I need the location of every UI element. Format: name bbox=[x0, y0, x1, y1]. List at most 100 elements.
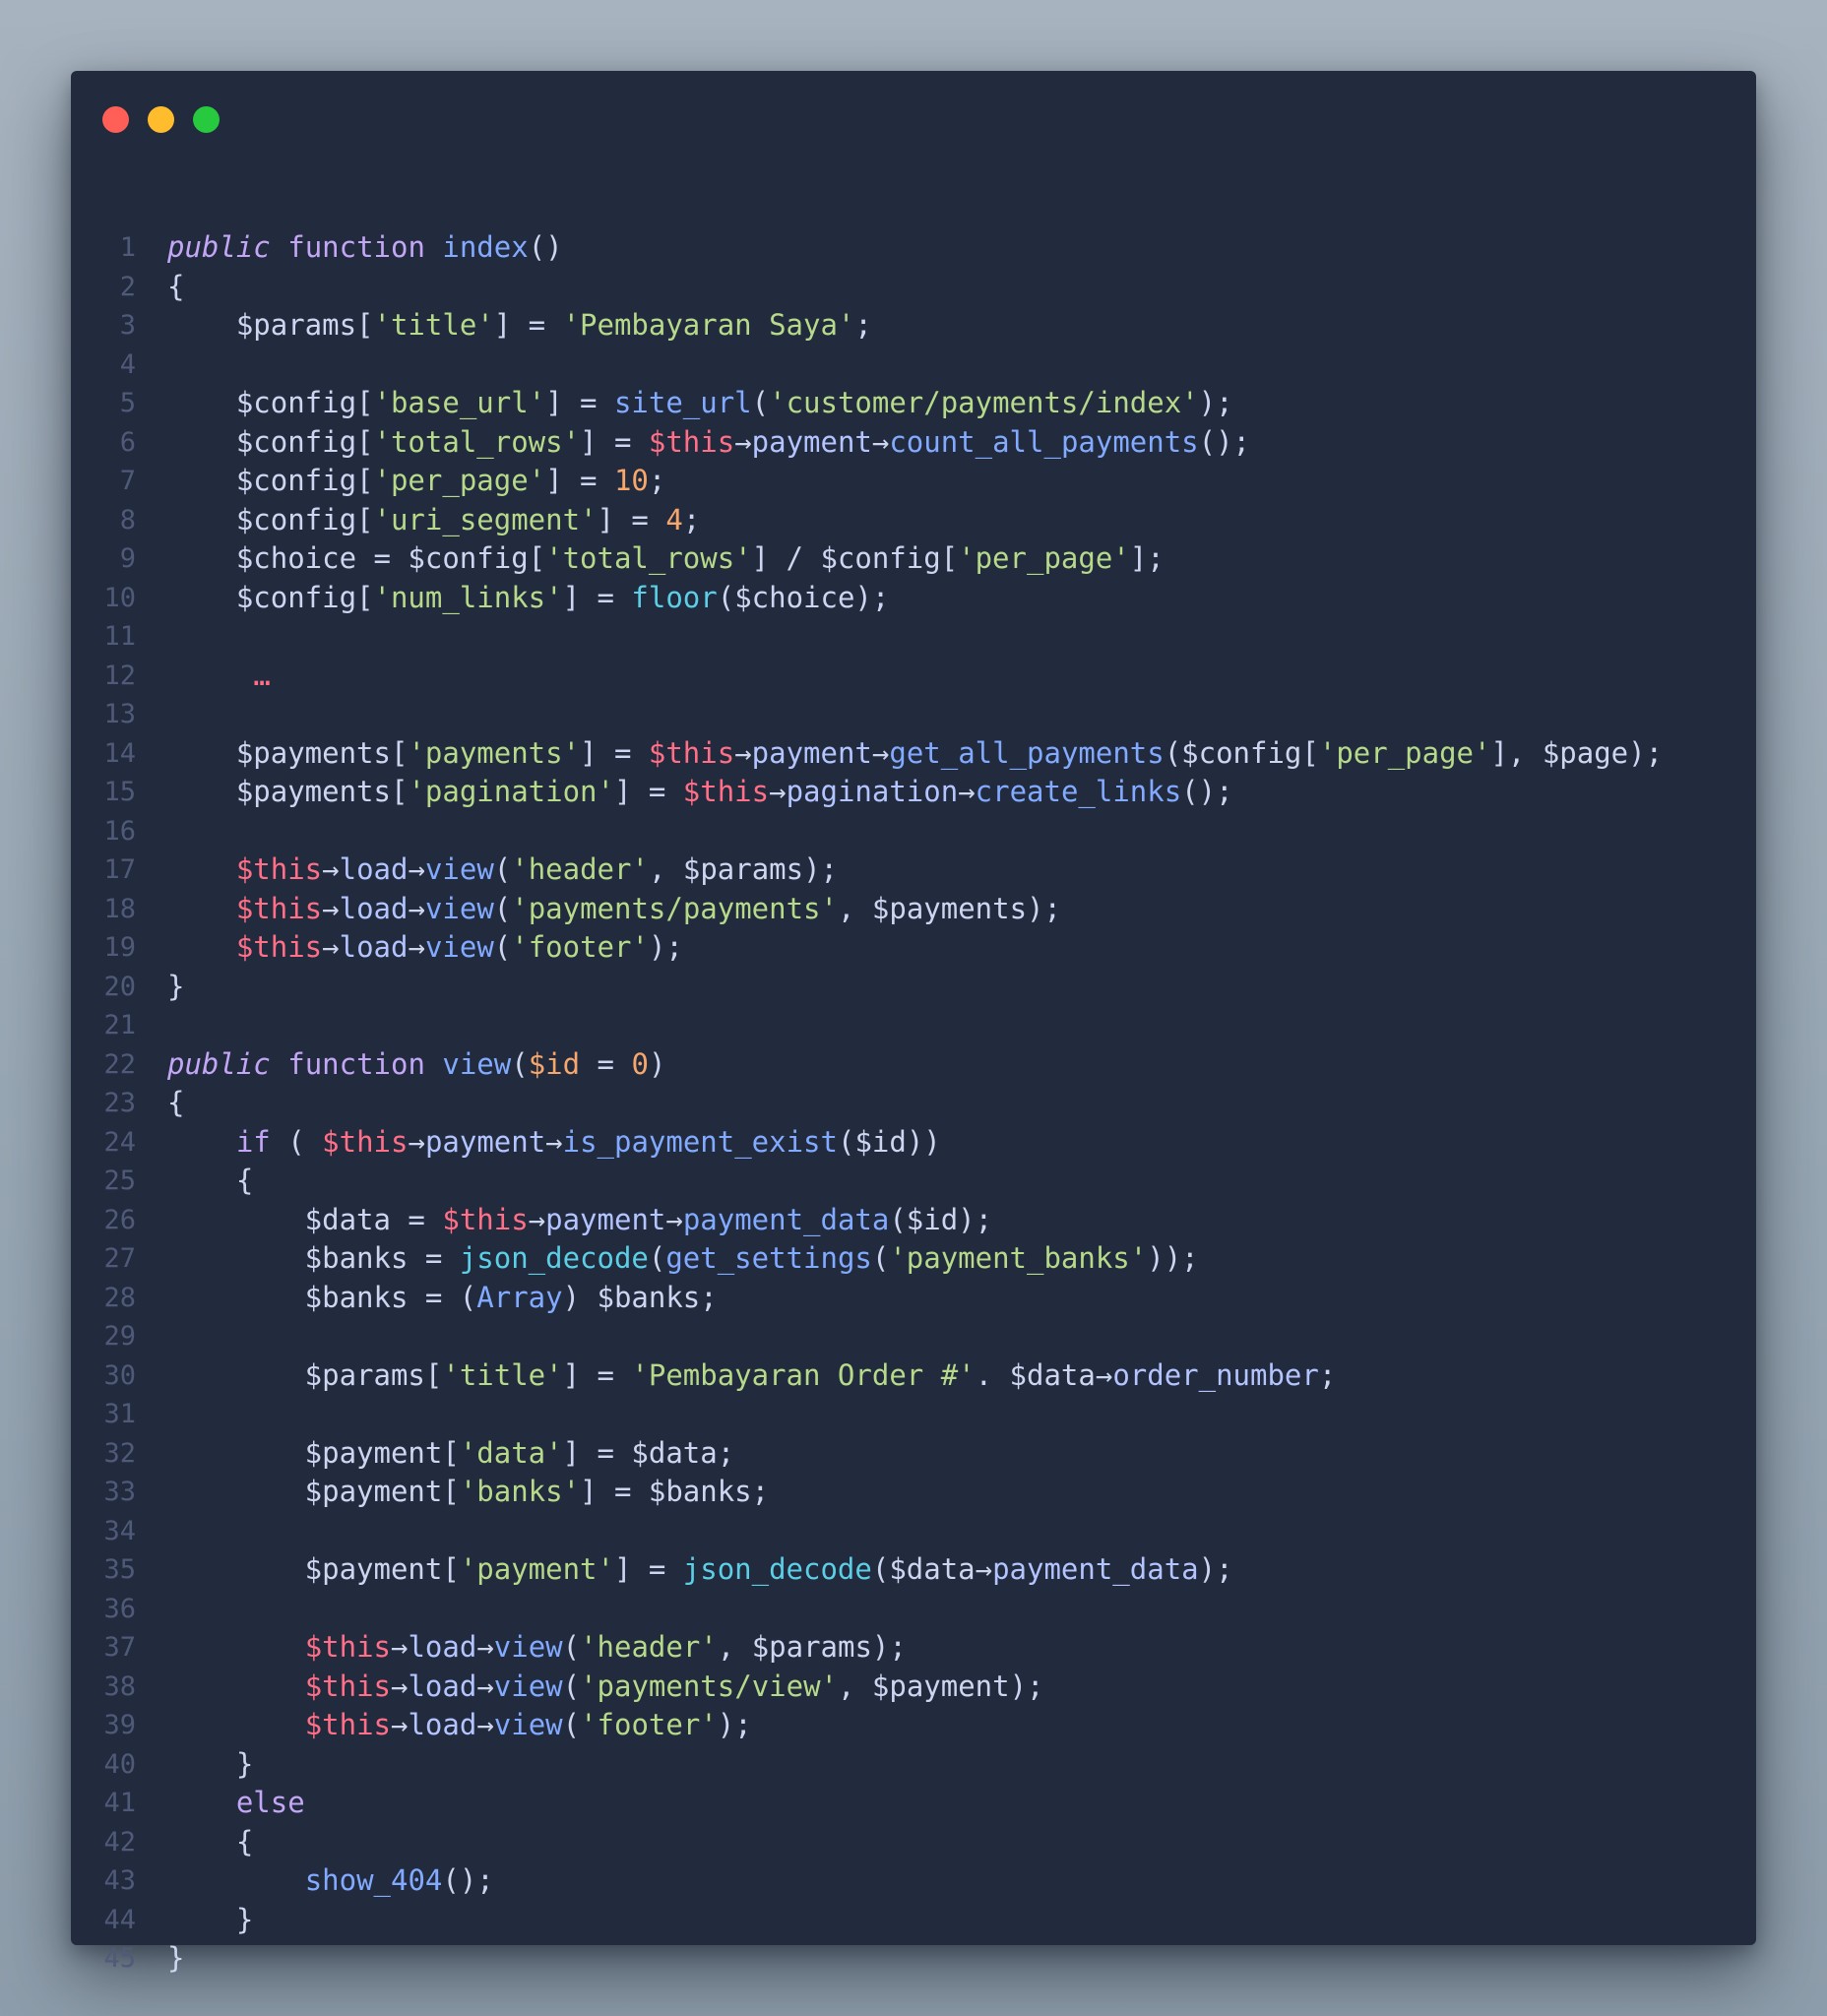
code-token: $payments[ bbox=[167, 775, 409, 808]
code-token: $this bbox=[682, 775, 770, 808]
code-token: json_decode bbox=[459, 1241, 649, 1275]
code-token: → bbox=[958, 775, 976, 808]
code-line: 32 $payment['data'] = $data; bbox=[71, 1434, 1756, 1474]
code-token: create_links bbox=[975, 775, 1182, 808]
code-text: { bbox=[167, 1084, 184, 1123]
code-line: 23 { bbox=[71, 1084, 1756, 1123]
code-token: ], $page); bbox=[1490, 735, 1664, 770]
code-token: public bbox=[167, 230, 271, 264]
code-token: $banks = bbox=[167, 1241, 460, 1275]
close-button[interactable] bbox=[102, 106, 129, 133]
line-number: 16 bbox=[103, 815, 136, 847]
code-token: load bbox=[408, 1708, 477, 1741]
code-token: (); bbox=[1181, 775, 1233, 808]
code-line: 30 $params['title'] = 'Pembayaran Order … bbox=[71, 1356, 1756, 1396]
code-line: 26 $data = $this→payment→payment_data($i… bbox=[71, 1201, 1756, 1240]
line-number: 40 bbox=[103, 1748, 136, 1780]
code-text: $config['num_links'] = floor($choice); bbox=[167, 579, 890, 618]
code-token: ] = $banks; bbox=[580, 1475, 770, 1508]
code-token: → bbox=[665, 1202, 683, 1236]
code-text: $config['total_rows'] = $this→payment→co… bbox=[167, 423, 1250, 463]
code-token: 'data' bbox=[459, 1435, 563, 1470]
code-token: $this bbox=[304, 1669, 391, 1703]
code-token: ] = bbox=[562, 1357, 632, 1392]
line-number: 3 bbox=[119, 310, 136, 341]
code-text: $config['uri_segment'] = 4; bbox=[167, 501, 700, 540]
line-number: 15 bbox=[103, 777, 136, 807]
code-text: { bbox=[167, 1823, 253, 1862]
code-text: … bbox=[167, 657, 270, 696]
line-number: 4 bbox=[119, 348, 136, 380]
code-line: 18 $this→load→view('payments/payments', … bbox=[71, 890, 1756, 929]
code-line: 38 $this→load→view('payments/view', $pay… bbox=[71, 1668, 1756, 1707]
code-token: $this bbox=[648, 735, 735, 770]
code-text: $banks = json_decode(get_settings('payme… bbox=[167, 1239, 1199, 1279]
maximize-button[interactable] bbox=[193, 106, 220, 133]
code-token: → bbox=[322, 852, 340, 886]
code-text: $params['title'] = 'Pembayaran Saya'; bbox=[167, 306, 872, 346]
code-text: } bbox=[167, 1745, 253, 1785]
code-token: } bbox=[167, 1941, 185, 1975]
code-token: ] = bbox=[562, 580, 632, 614]
code-token: ; bbox=[648, 464, 666, 497]
code-token: , $params); bbox=[648, 852, 838, 886]
code-token: view bbox=[442, 1046, 512, 1081]
code-text: $params['title'] = 'Pembayaran Order #'.… bbox=[167, 1356, 1337, 1396]
code-token: $this bbox=[648, 424, 735, 459]
code-token: 'pagination' bbox=[408, 775, 614, 808]
code-text: $this→load→view('header', $params); bbox=[167, 1628, 907, 1668]
code-token: ; bbox=[1318, 1357, 1337, 1392]
code-token: $id bbox=[528, 1046, 581, 1081]
code-line: 45} bbox=[71, 1939, 1756, 1979]
line-number: 7 bbox=[119, 466, 136, 496]
code-line: 22 public function view($id = 0) bbox=[71, 1045, 1756, 1085]
code-token: $params[ bbox=[167, 308, 374, 342]
code-token: 'Pembayaran Saya' bbox=[562, 308, 855, 342]
line-number: 6 bbox=[119, 426, 136, 458]
code-line: 10 $config['num_links'] = floor($choice)… bbox=[71, 579, 1756, 618]
code-token: ] = bbox=[580, 735, 649, 770]
code-token: ($id); bbox=[889, 1202, 993, 1236]
code-line: 35 $payment['payment'] = json_decode($da… bbox=[71, 1550, 1756, 1590]
line-number: 34 bbox=[103, 1515, 136, 1546]
code-token: order_number bbox=[1112, 1357, 1319, 1392]
code-line: 29 bbox=[71, 1317, 1756, 1356]
code-token: )); bbox=[1147, 1241, 1199, 1275]
code-token: payment_data bbox=[992, 1552, 1199, 1586]
code-token: Array bbox=[476, 1280, 563, 1314]
code-token: → bbox=[391, 1708, 409, 1741]
line-number: 26 bbox=[103, 1204, 136, 1235]
line-number: 30 bbox=[103, 1359, 136, 1391]
code-token: → bbox=[322, 891, 340, 925]
code-token: load bbox=[339, 891, 409, 925]
code-token: load bbox=[339, 930, 409, 964]
line-number: 36 bbox=[103, 1593, 136, 1624]
code-line: 12 … bbox=[71, 657, 1756, 696]
code-token: index bbox=[442, 230, 529, 264]
code-line: 24 if ( $this→payment→is_payment_exist($… bbox=[71, 1123, 1756, 1163]
code-token: ) bbox=[648, 1046, 666, 1081]
code-token: payment bbox=[751, 735, 872, 770]
line-number: 20 bbox=[103, 971, 136, 1002]
code-token: ] / $config[ bbox=[751, 541, 959, 575]
code-token: view bbox=[493, 1669, 563, 1703]
line-number: 29 bbox=[103, 1321, 136, 1352]
code-line: 27 $banks = json_decode(get_settings('pa… bbox=[71, 1239, 1756, 1279]
code-token: ( bbox=[562, 1630, 581, 1664]
code-token: 'per_page' bbox=[958, 541, 1130, 575]
code-token: 0 bbox=[631, 1046, 649, 1081]
code-line: 13 bbox=[71, 695, 1756, 734]
code-token: 'base_url' bbox=[373, 386, 546, 419]
code-line: 8 $config['uri_segment'] = 4; bbox=[71, 501, 1756, 540]
code-token: ( bbox=[493, 891, 512, 925]
code-token: ] = bbox=[613, 1552, 683, 1586]
code-text: $payment['payment'] = json_decode($data→… bbox=[167, 1550, 1233, 1590]
minimize-button[interactable] bbox=[148, 106, 174, 133]
code-line: 9 $choice = $config['total_rows'] / $con… bbox=[71, 539, 1756, 579]
code-token: → bbox=[734, 735, 752, 770]
code-token: 'payments/payments' bbox=[511, 891, 838, 925]
